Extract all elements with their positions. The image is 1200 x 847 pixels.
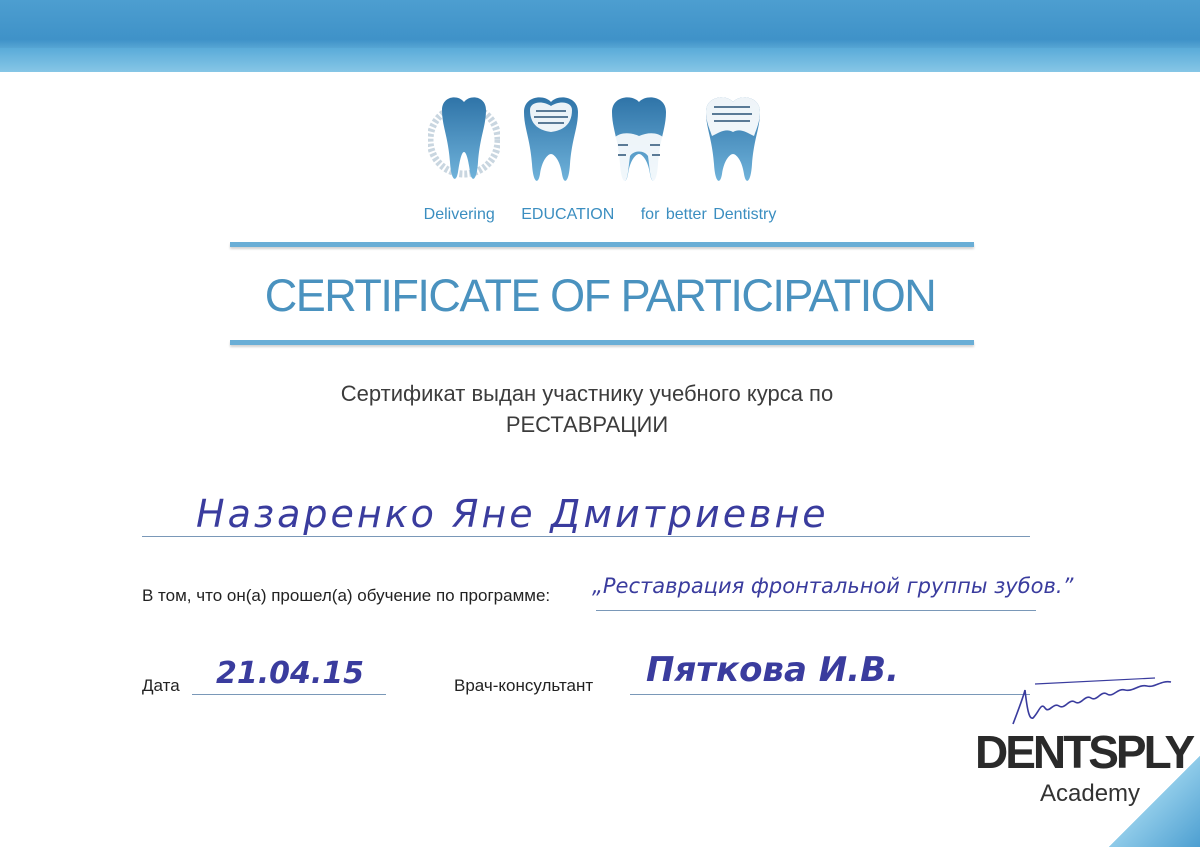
program-line bbox=[596, 610, 1036, 611]
program-value: „Реставрация фронтальной группы зубов.” bbox=[592, 574, 1074, 598]
recipient-line bbox=[142, 536, 1030, 537]
slogan-part: Delivering bbox=[423, 206, 495, 223]
tooth-icon bbox=[706, 97, 760, 181]
top-band-edge bbox=[0, 48, 1200, 72]
recipient-name: Назаренко Яне Дмитриевне bbox=[196, 492, 829, 536]
certificate-title: CERTIFICATE OF PARTICIPATION bbox=[264, 270, 937, 321]
tooth-logo-row bbox=[400, 92, 800, 202]
certificate-subtitle: Сертификат выдан участнику учебного курс… bbox=[0, 378, 1174, 440]
title-rule-bottom bbox=[230, 340, 974, 345]
date-line bbox=[192, 694, 386, 695]
slogan-part: for better Dentistry bbox=[640, 206, 777, 223]
tooth-icon bbox=[612, 97, 666, 182]
subtitle-line: РЕСТАВРАЦИИ bbox=[505, 412, 669, 437]
tooth-icon bbox=[524, 97, 578, 181]
title-rule-top bbox=[230, 242, 974, 247]
consultant-label: Врач-консультант bbox=[454, 676, 594, 695]
tooth-icon bbox=[428, 97, 500, 179]
slogan: Delivering EDUCATION for better Dentistr… bbox=[0, 206, 1200, 224]
subtitle-line: Сертификат выдан участнику учебного курс… bbox=[340, 381, 834, 406]
program-label: В том, что он(а) прошел(а) обучение по п… bbox=[142, 586, 551, 605]
date-label: Дата bbox=[142, 676, 180, 695]
date-value: 21.04.15 bbox=[216, 656, 365, 691]
consultant-value: Пяткова И.В. bbox=[646, 650, 899, 690]
corner-accent bbox=[1080, 727, 1200, 847]
slogan-part: EDUCATION bbox=[521, 206, 615, 223]
consultant-line bbox=[630, 694, 1030, 695]
